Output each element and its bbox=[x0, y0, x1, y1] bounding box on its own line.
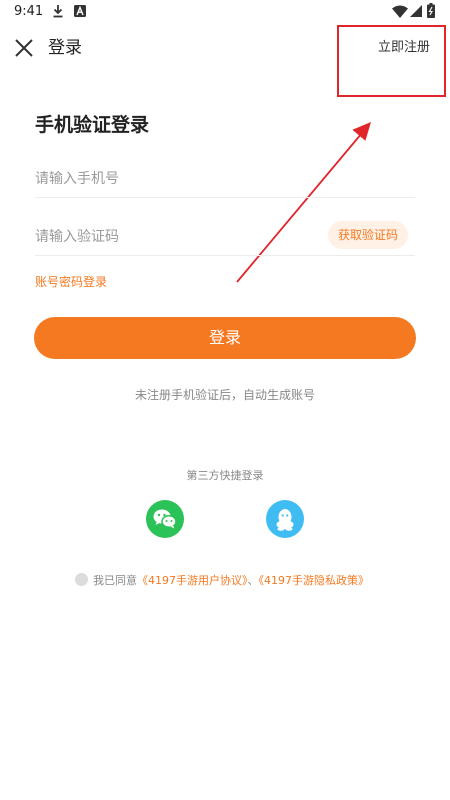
close-icon bbox=[15, 39, 33, 57]
password-login-link[interactable]: 账号密码登录 bbox=[35, 273, 107, 291]
agreement-checkbox[interactable] bbox=[75, 573, 88, 586]
verification-code-input[interactable] bbox=[35, 218, 315, 256]
agreement-prefix: 我已同意 bbox=[93, 574, 137, 587]
get-code-button[interactable]: 获取验证码 bbox=[327, 221, 408, 249]
wifi-icon bbox=[392, 5, 408, 18]
phone-input-row bbox=[35, 160, 415, 198]
page-header-title: 登录 bbox=[48, 38, 82, 58]
status-bar: 9:41 bbox=[0, 0, 450, 24]
wechat-login-button[interactable] bbox=[146, 500, 184, 538]
login-form-title: 手机验证登录 bbox=[35, 114, 150, 136]
agreement-separator: 、 bbox=[247, 574, 259, 587]
a-icon bbox=[74, 5, 86, 17]
phone-input[interactable] bbox=[35, 160, 415, 198]
third-party-login-title: 第三方快捷登录 bbox=[186, 469, 264, 482]
battery-icon bbox=[427, 3, 435, 18]
auto-register-note: 未注册手机验证后，自动生成账号 bbox=[134, 388, 315, 402]
download-icon bbox=[53, 5, 63, 18]
qq-icon bbox=[276, 509, 294, 531]
privacy-policy-link[interactable]: 《4197手游隐私政策》 bbox=[259, 574, 370, 587]
annotation-highlight-box bbox=[337, 25, 446, 97]
close-button[interactable] bbox=[12, 36, 36, 60]
wechat-icon bbox=[153, 509, 177, 529]
login-button[interactable]: 登录 bbox=[34, 317, 416, 359]
signal-icon bbox=[410, 5, 422, 17]
user-agreement-link[interactable]: 《4197手游用户协议》 bbox=[137, 574, 248, 587]
qq-login-button[interactable] bbox=[266, 500, 304, 538]
code-input-row: 获取验证码 bbox=[35, 218, 415, 256]
status-time: 9:41 bbox=[14, 4, 44, 19]
agreement-row: 我已同意《4197手游用户协议》、《4197手游隐私政策》 bbox=[75, 573, 369, 589]
